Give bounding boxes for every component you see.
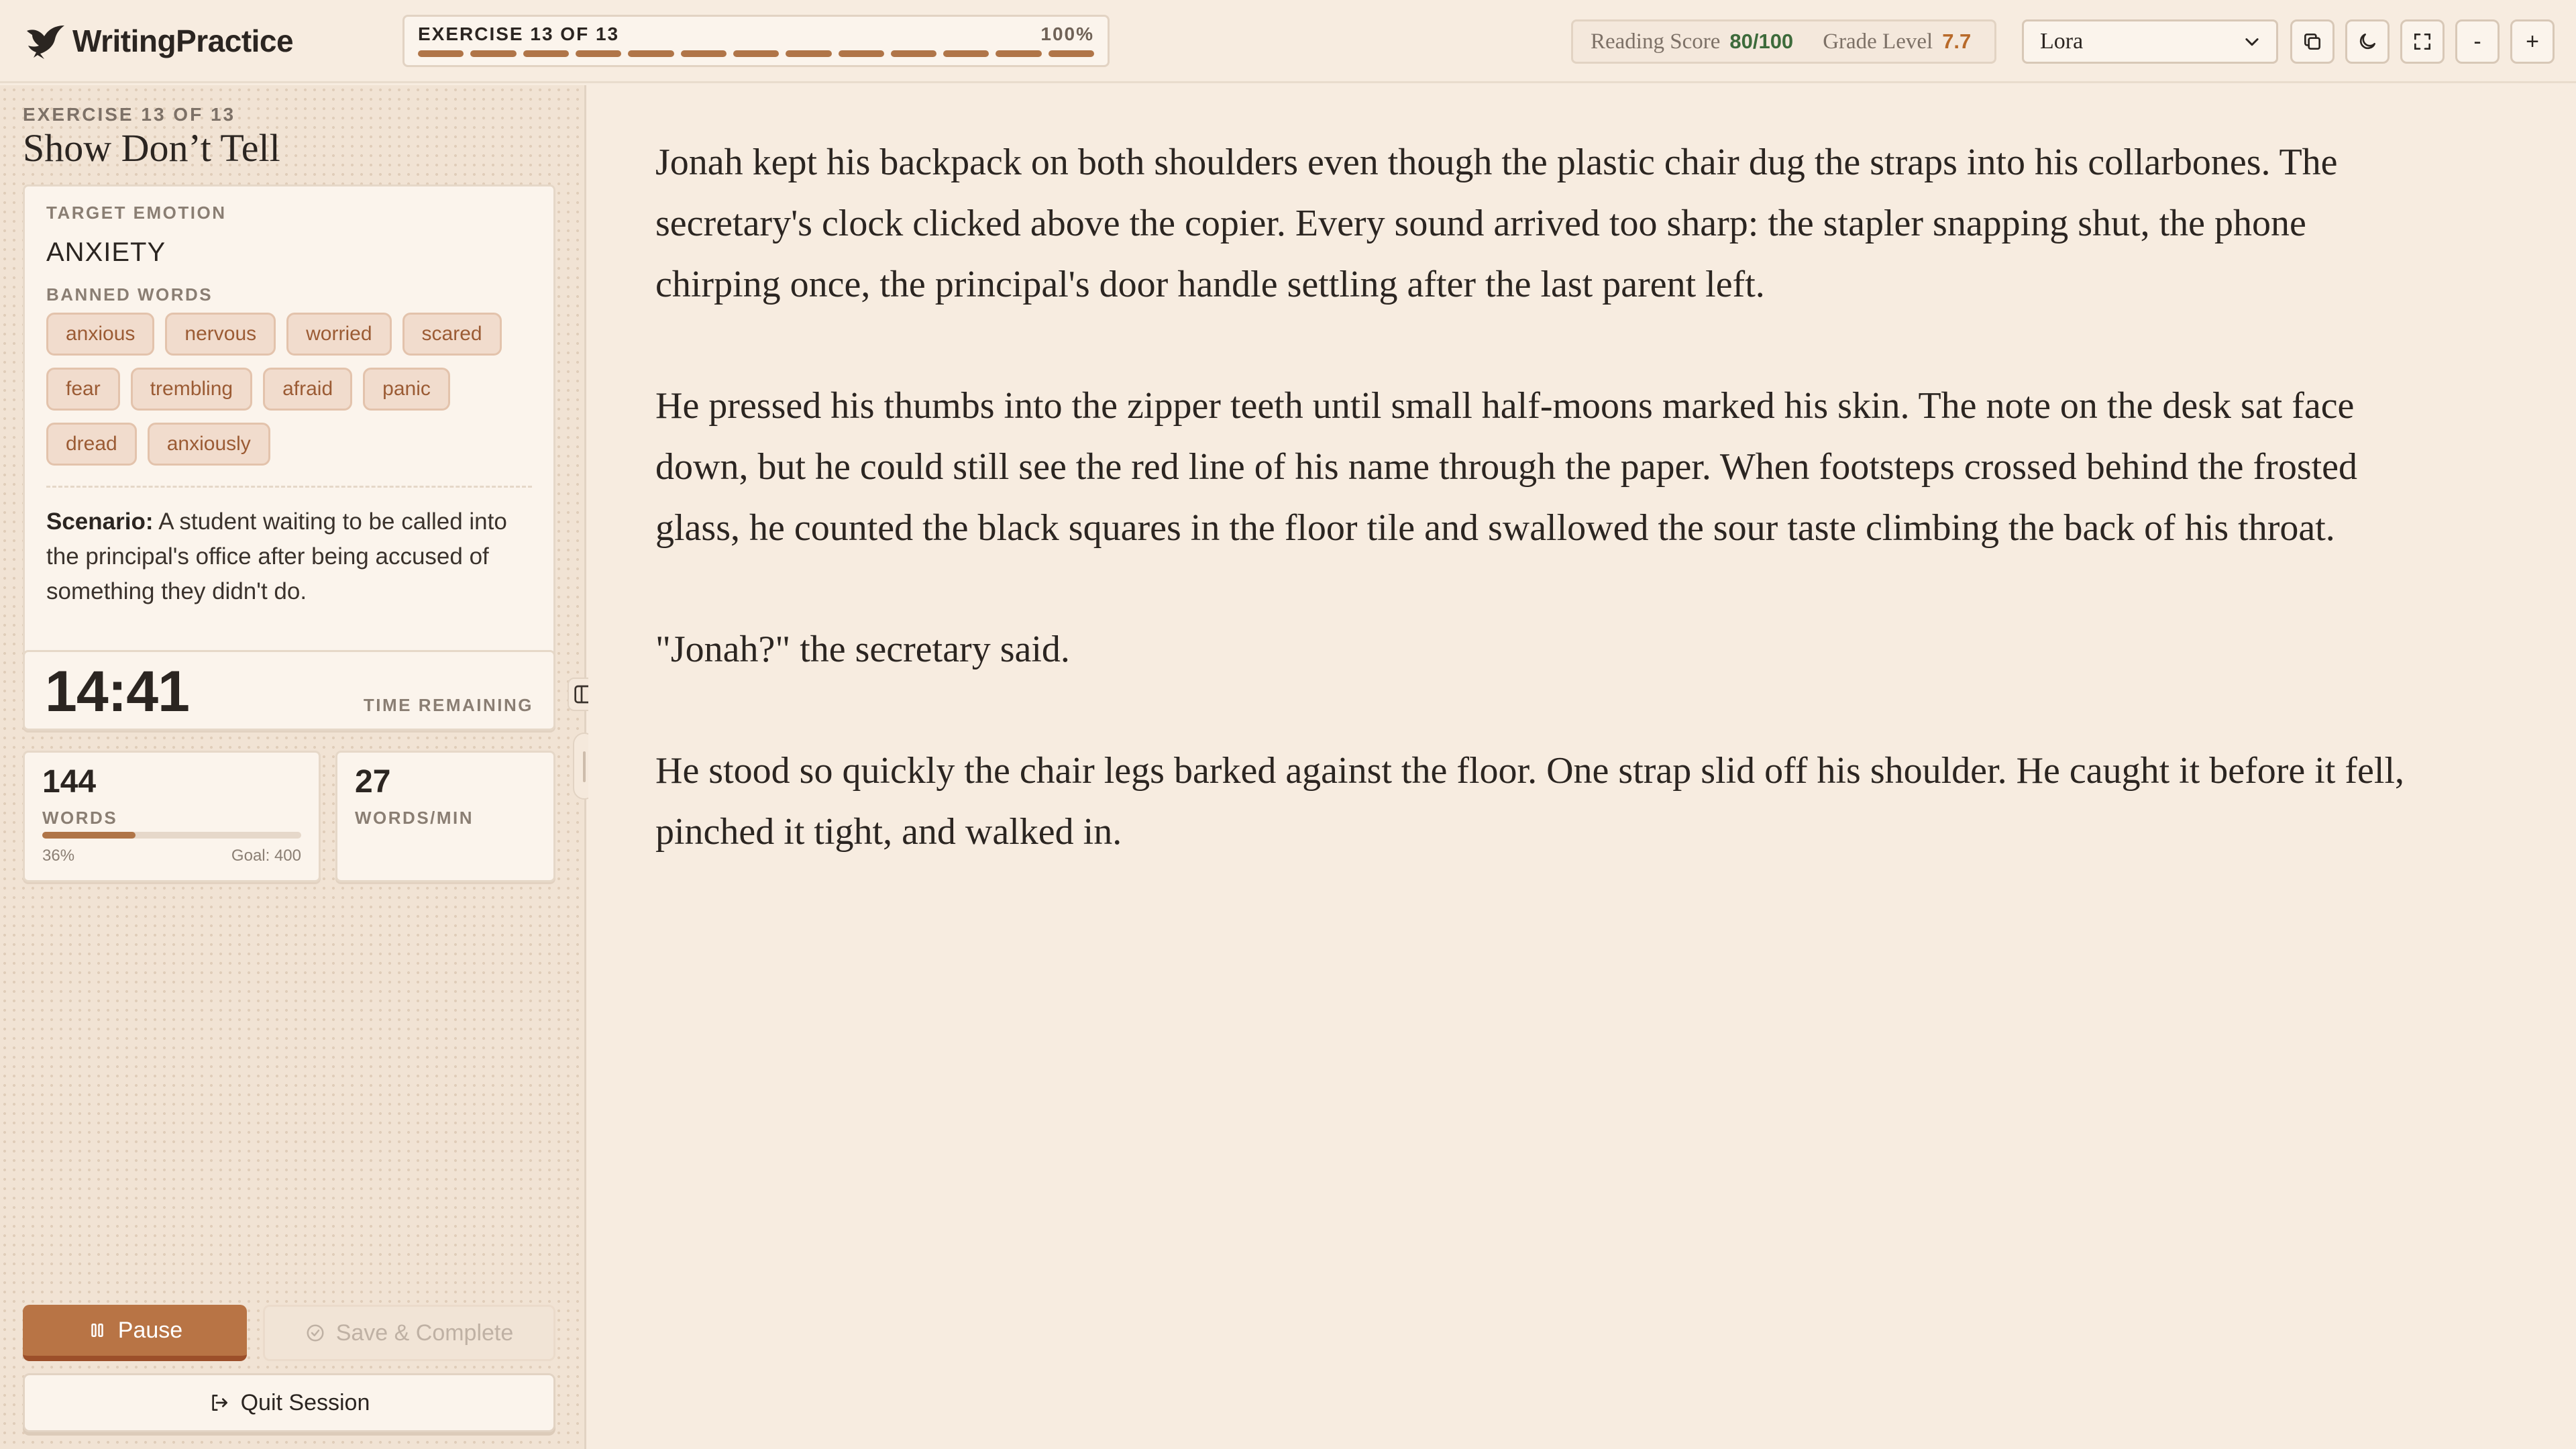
copy-icon — [2304, 34, 2320, 50]
bird-icon — [27, 25, 64, 59]
app-logo[interactable]: WritingPractice — [24, 19, 294, 63]
exercise-kicker: EXERCISE 13 OF 13 — [23, 104, 236, 125]
timer-value: 14:41 — [45, 659, 190, 724]
font-select-value: Lora — [2040, 29, 2084, 54]
app-name: WritingPractice — [72, 23, 294, 58]
quit-session-label: Quit Session — [240, 1389, 370, 1415]
banned-word-chip: anxiously — [147, 423, 270, 466]
banned-words-row: dread anxiously — [46, 423, 543, 466]
progress-segment — [575, 50, 622, 57]
editor-paragraph[interactable]: Jonah kept his backpack on both shoulder… — [655, 132, 2426, 315]
chevron-down-icon — [2245, 38, 2259, 46]
top-bar: WritingPractice EXERCISE 13 OF 13 100% R… — [0, 0, 2576, 83]
prompt-card: TARGET EMOTION ANXIETY BANNED WORDS anxi… — [23, 184, 555, 717]
wpm-label: WORDS/MIN — [355, 808, 474, 828]
font-decrease-button[interactable]: - — [2455, 19, 2500, 64]
word-count-label: WORDS — [42, 808, 118, 828]
word-goal: Goal: 400 — [231, 847, 301, 865]
divider — [46, 486, 532, 488]
timer-card: 14:41 TIME REMAINING — [23, 650, 555, 731]
pause-button-label: Pause — [117, 1317, 183, 1343]
banned-word-chip: dread — [46, 423, 137, 466]
progress-segment — [418, 50, 464, 57]
banned-word-chip: panic — [363, 368, 450, 411]
word-count-value: 144 — [42, 764, 97, 800]
exercise-progress-percent: 100% — [1040, 23, 1094, 44]
progress-segment — [470, 50, 517, 57]
banned-word-chip: anxious — [46, 313, 155, 356]
fullscreen-icon — [2414, 34, 2430, 50]
scenario-label: Scenario: — [46, 508, 154, 535]
reading-score-label: Reading Score — [1591, 29, 1721, 54]
editor-paragraph[interactable]: He pressed his thumbs into the zipper te… — [655, 376, 2426, 559]
dark-mode-button[interactable] — [2345, 19, 2390, 64]
exercise-progress-label: EXERCISE 13 OF 13 — [418, 23, 620, 44]
pause-button[interactable]: Pause — [23, 1305, 247, 1361]
timer-label: TIME REMAINING — [363, 695, 533, 715]
wpm-card: 27 WORDS/MIN — [335, 751, 555, 882]
progress-segment — [733, 50, 780, 57]
exercise-title: Show Don’t Tell — [23, 126, 280, 170]
target-emotion-label: TARGET EMOTION — [46, 203, 227, 223]
target-emotion-value: ANXIETY — [46, 237, 166, 267]
editor-text[interactable]: Jonah kept his backpack on both shoulder… — [655, 132, 2426, 923]
word-count-card: 144 WORDS 36% Goal: 400 — [23, 751, 321, 882]
progress-segment — [628, 50, 674, 57]
moon-icon — [2359, 34, 2375, 50]
scenario: Scenario: A student waiting to be called… — [46, 504, 536, 609]
save-complete-button[interactable]: Save & Complete — [263, 1305, 555, 1361]
progress-segment — [890, 50, 937, 57]
quit-session-button[interactable]: Quit Session — [23, 1373, 555, 1432]
exercise-progress: EXERCISE 13 OF 13 100% — [402, 15, 1110, 67]
banned-word-chip: scared — [402, 313, 502, 356]
progress-segment — [1048, 50, 1095, 57]
progress-segment — [838, 50, 884, 57]
save-complete-label: Save & Complete — [335, 1320, 514, 1346]
fullscreen-button[interactable] — [2400, 19, 2445, 64]
font-increase-button[interactable]: + — [2510, 19, 2555, 64]
font-select[interactable]: Lora — [2022, 19, 2278, 64]
progress-segment — [943, 50, 989, 57]
progress-segments — [418, 50, 1095, 58]
banned-words-row: fear trembling afraid panic — [46, 368, 543, 411]
banned-word-chip: trembling — [130, 368, 253, 411]
editor-paragraph[interactable]: "Jonah?" the secretary said. — [655, 619, 2426, 680]
progress-segment — [523, 50, 569, 57]
check-circle-icon — [307, 1324, 324, 1342]
banned-word-chip: worried — [286, 313, 392, 356]
writing-editor[interactable]: Jonah kept his backpack on both shoulder… — [588, 85, 2576, 1449]
banned-word-chip: afraid — [263, 368, 353, 411]
wpm-value: 27 — [355, 764, 391, 800]
progress-segment — [786, 50, 832, 57]
grade-level-label: Grade Level — [1823, 29, 1933, 54]
banned-words-label: BANNED WORDS — [46, 284, 213, 305]
word-goal-percent: 36% — [42, 847, 75, 865]
banned-words-row: anxious nervous worried scared — [46, 313, 543, 356]
banned-words-list: anxious nervous worried scared fear trembling… — [46, 313, 543, 478]
exit-icon — [211, 1395, 227, 1411]
pause-icon — [91, 1324, 103, 1337]
banned-word-chip: fear — [46, 368, 120, 411]
word-goal-progress-fill — [42, 832, 136, 839]
progress-segment — [680, 50, 727, 57]
reading-score-value: 80/100 — [1729, 30, 1794, 53]
word-goal-progress-bar — [42, 832, 301, 839]
sidebar: EXERCISE 13 OF 13 Show Don’t Tell TARGET… — [0, 85, 586, 1449]
reading-stats: Reading Score 80/100 Grade Level 7.7 — [1571, 19, 1996, 64]
banned-word-chip: nervous — [165, 313, 276, 356]
editor-paragraph[interactable]: He stood so quickly the chair legs barke… — [655, 741, 2426, 863]
progress-segment — [996, 50, 1042, 57]
grade-level-value: 7.7 — [1942, 30, 1972, 53]
copy-button[interactable] — [2290, 19, 2334, 64]
